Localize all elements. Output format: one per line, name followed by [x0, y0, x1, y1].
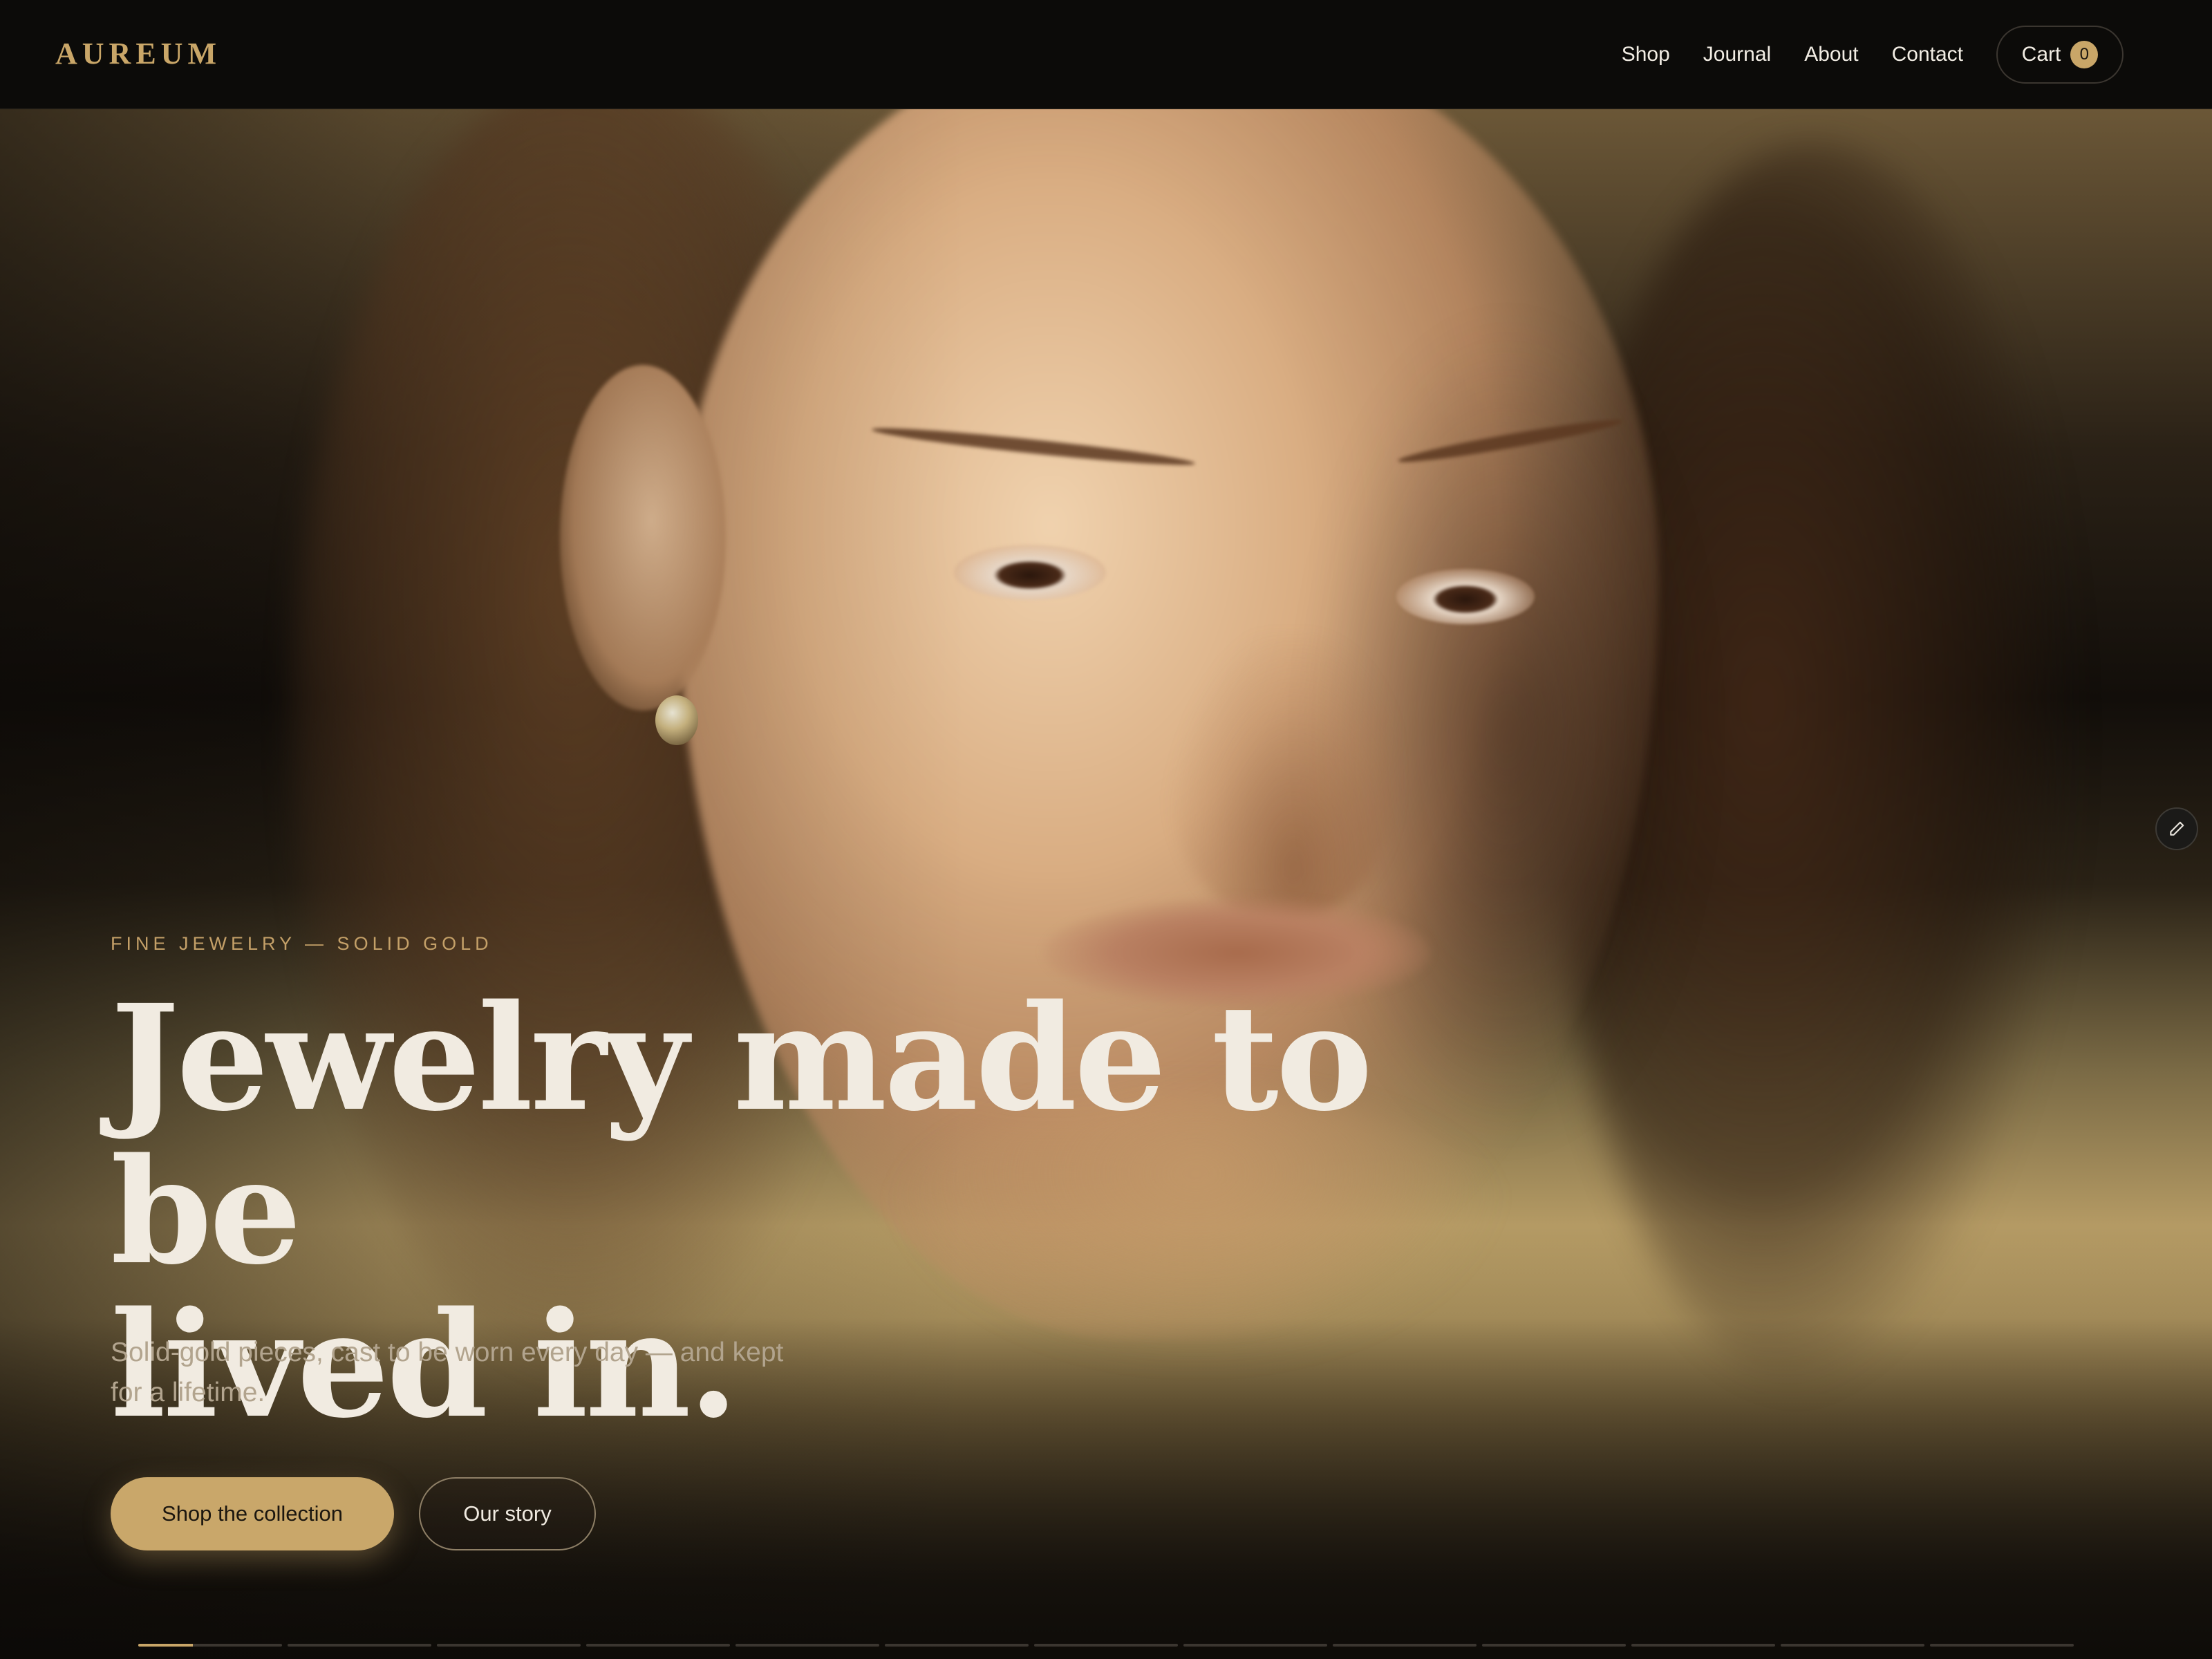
- slide-indicator[interactable]: [1930, 1644, 2074, 1647]
- slide-indicator[interactable]: [1183, 1644, 1327, 1647]
- cart-count-badge: 0: [2070, 41, 2099, 68]
- slide-indicator-fill: [138, 1644, 194, 1647]
- slide-indicator[interactable]: [1333, 1644, 1477, 1647]
- cart-label: Cart: [2021, 43, 2061, 66]
- slide-indicator[interactable]: [735, 1644, 879, 1647]
- slide-indicator[interactable]: [1034, 1644, 1178, 1647]
- slide-indicator[interactable]: [288, 1644, 431, 1647]
- slide-indicator[interactable]: [885, 1644, 1029, 1647]
- nav-link-about[interactable]: About: [1804, 43, 1858, 66]
- hero-subtitle: Solid-gold pieces, cast to be worn every…: [111, 1338, 784, 1407]
- hero-image-eye-right: [1396, 569, 1535, 624]
- slide-indicator[interactable]: [138, 1644, 282, 1647]
- site-header: AUREUM Shop Journal About Contact Cart 0: [0, 0, 2212, 109]
- pencil-icon: [2170, 821, 2184, 836]
- hero-image-eye-left: [954, 545, 1106, 600]
- slide-indicator[interactable]: [1631, 1644, 1775, 1647]
- slide-indicator[interactable]: [586, 1644, 730, 1647]
- slide-indicator[interactable]: [437, 1644, 581, 1647]
- nav-link-shop[interactable]: Shop: [1622, 43, 1670, 66]
- shop-collection-button[interactable]: Shop the collection: [111, 1477, 394, 1550]
- nav-link-contact[interactable]: Contact: [1892, 43, 1963, 66]
- hero-image-nose: [1168, 635, 1396, 925]
- slide-progress: [138, 1644, 2074, 1648]
- hero-headline-line-1: Jewelry made to be: [111, 973, 1373, 1297]
- hero-eyebrow: FINE JEWELRY — SOLID GOLD: [111, 933, 493, 954]
- page: AUREUM Shop Journal About Contact Cart 0: [0, 0, 2212, 1659]
- slide-indicator[interactable]: [1781, 1644, 1924, 1647]
- edit-button[interactable]: [2155, 807, 2198, 850]
- slide-indicator[interactable]: [1482, 1644, 1626, 1647]
- nav-link-journal[interactable]: Journal: [1703, 43, 1771, 66]
- cart-button[interactable]: Cart 0: [1996, 26, 2124, 84]
- brand-logo[interactable]: AUREUM: [55, 36, 221, 71]
- our-story-button[interactable]: Our story: [419, 1477, 596, 1550]
- main-nav: Shop Journal About Contact Cart 0: [1622, 0, 2212, 109]
